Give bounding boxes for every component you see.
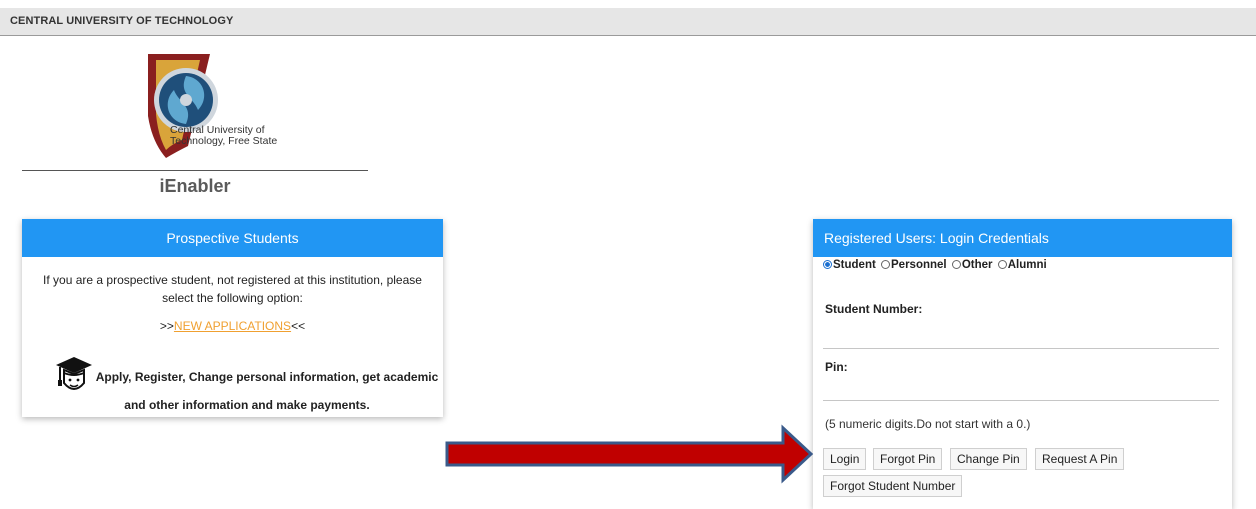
pin-input[interactable] <box>823 375 1219 399</box>
brand-title: iEnabler <box>159 176 231 196</box>
student-number-input[interactable] <box>823 319 1219 347</box>
radio-label-student: Student <box>833 259 876 271</box>
radio-personnel[interactable]: Personnel <box>881 259 947 271</box>
radio-other[interactable]: Other <box>951 259 993 271</box>
prospective-students-card: Prospective Students If you are a prospe… <box>22 219 443 417</box>
request-a-pin-button[interactable]: Request A Pin <box>1035 448 1125 470</box>
link-suffix: << <box>291 319 306 333</box>
radio-button-alumni[interactable] <box>997 260 1007 269</box>
apply-description: Apply, Register, Change personal informa… <box>52 363 442 419</box>
student-number-underline <box>823 348 1219 349</box>
apply-line-1: Apply, Register, Change personal informa… <box>95 370 439 384</box>
radio-button-personnel[interactable] <box>881 260 891 269</box>
radio-alumni[interactable]: Alumni <box>997 259 1047 271</box>
prospective-students-header: Prospective Students <box>22 219 443 257</box>
new-applications-row: >>NEW APPLICATIONS<< <box>22 319 443 333</box>
radio-button-other[interactable] <box>951 260 961 269</box>
student-number-label: Student Number: <box>825 302 923 316</box>
logo-caption: Central University of Technology, Free S… <box>170 125 277 147</box>
brand-divider <box>22 170 368 171</box>
pointer-arrow-icon <box>445 424 814 484</box>
pin-label: Pin: <box>825 360 848 374</box>
top-banner: CENTRAL UNIVERSITY OF TECHNOLOGY <box>0 8 1256 36</box>
link-prefix: >> <box>159 319 174 333</box>
login-card-header: Registered Users: Login Credentials <box>813 219 1232 257</box>
prospective-intro-text: If you are a prospective student, not re… <box>43 273 422 305</box>
institution-name: CENTRAL UNIVERSITY OF TECHNOLOGY <box>10 15 234 27</box>
pin-hint: (5 numeric digits.Do not start with a 0.… <box>825 417 1031 431</box>
forgot-pin-button[interactable]: Forgot Pin <box>873 448 943 470</box>
new-applications-link[interactable]: NEW APPLICATIONS <box>174 319 291 333</box>
radio-button-student[interactable] <box>823 260 832 269</box>
radio-label-other: Other <box>961 259 993 271</box>
login-button[interactable]: Login <box>823 448 867 470</box>
radio-label-alumni: Alumni <box>1007 259 1047 271</box>
login-card: Registered Users: Login Credentials Stud… <box>813 219 1232 509</box>
pin-underline <box>823 400 1219 401</box>
radio-label-personnel: Personnel <box>891 259 947 271</box>
apply-line-2: and other information and make payments. <box>124 398 370 412</box>
user-type-radio-group: Student Personnel Other Alumni <box>823 259 1049 271</box>
change-pin-button[interactable]: Change Pin <box>950 448 1027 470</box>
logo-caption-line2: Technology, Free State <box>170 135 278 147</box>
radio-student[interactable]: Student <box>823 259 876 271</box>
forgot-student-number-button[interactable]: Forgot Student Number <box>823 475 963 497</box>
